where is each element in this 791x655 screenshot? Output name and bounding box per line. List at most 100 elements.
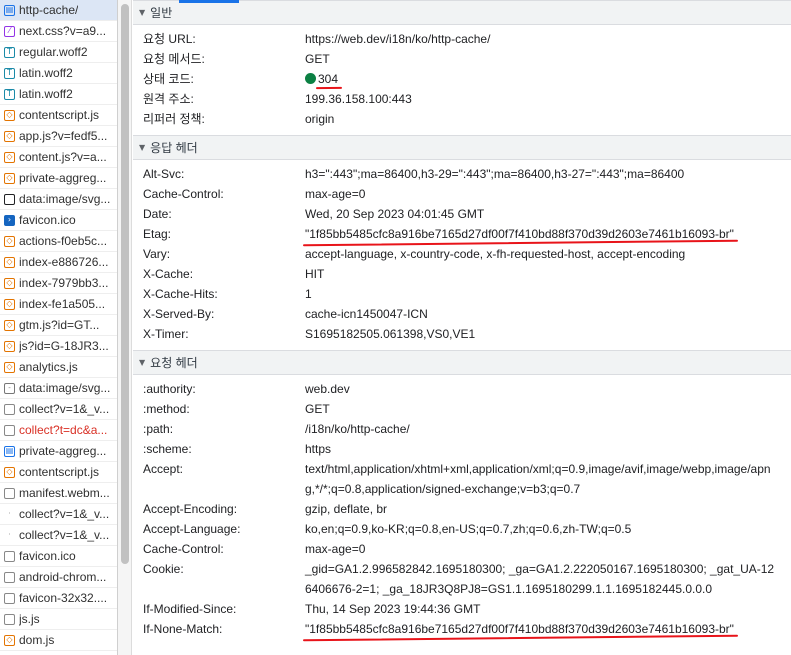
header-value: 199.36.158.100:443 [305,92,412,106]
request-name: index-e886726... [19,255,109,269]
header-row: :path: /i18n/ko/http-cache/ [133,419,791,439]
request-item[interactable]: favicon.ico [0,546,117,567]
request-item[interactable]: ▤ private-aggreg... [0,441,117,462]
section-toggle[interactable]: ▼ 일반 [133,0,791,25]
status-ok-icon [305,73,316,84]
header-key: Accept-Language: [143,522,241,536]
request-name: favicon-32x32.... [19,591,108,605]
request-item[interactable]: js.js [0,609,117,630]
header-section: ▼ 일반요청 URL: https://web.dev/i18n/ko/http-c… [133,0,791,135]
request-item[interactable]: Tlatin.woff2 [0,63,117,84]
header-row: Accept-Language: ko,en;q=0.9,ko-KR;q=0.8,… [133,519,791,539]
request-item[interactable]: manifest.webm... [0,483,117,504]
request-name: collect?v=1&_v... [19,402,110,416]
header-row: Accept-Encoding: gzip, deflate, br [133,499,791,519]
request-name: collect?t=dc&a... [19,423,108,437]
request-item[interactable]: ◇ index-fe1a505... [0,294,117,315]
header-value-cell: GET [305,49,791,69]
dot-icon: · [8,509,11,518]
request-item[interactable]: ◇ app.js?v=fedf5... [0,126,117,147]
script-icon: ◇ [4,130,15,142]
request-item[interactable]: favicon-32x32.... [0,588,117,609]
header-row: Cache-Control: max-age=0 [133,539,791,559]
request-item[interactable]: Tlatin.woff2 [0,84,117,105]
request-item[interactable]: › favicon.ico [0,210,117,231]
header-row: X-Cache-Hits: 1 [133,284,791,304]
generic-request-icon [4,613,15,625]
request-item[interactable]: Tregular.woff2 [0,42,117,63]
header-value-cell: Thu, 14 Sep 2023 19:44:36 GMT [305,599,791,619]
header-value-cell: max-age=0 [305,539,791,559]
header-key: Accept: [143,462,184,476]
header-rows: Alt-Svc: h3=":443";ma=86400,h3-29=":443";… [133,160,791,350]
header-value-cell: Wed, 20 Sep 2023 04:01:45 GMT [305,204,791,224]
request-name: index-fe1a505... [19,297,106,311]
header-row: 원격 주소: 199.36.158.100:443 [133,89,791,109]
request-item[interactable]: ◇ js?id=G-18JR3... [0,336,117,357]
header-value-cell: 304 [305,69,791,89]
header-row: 요청 URL: https://web.dev/i18n/ko/http-cach… [133,29,791,49]
request-item[interactable]: ◇ index-7979bb3... [0,273,117,294]
request-item[interactable]: · collect?v=1&_v... [0,525,117,546]
request-item[interactable]: data:image/svg... [0,189,117,210]
header-section: ▼ 응답 헤더 Alt-Svc: h3=":443";ma=86400,h3-29="… [133,135,791,350]
request-item[interactable]: ◇ gtm.js?id=GT... [0,315,117,336]
request-name: collect?v=1&_v... [19,528,110,542]
header-value: https [305,442,332,456]
scrollbar-thumb[interactable] [121,4,129,564]
header-key: :path: [143,422,174,436]
triangle-down-icon: ▼ [139,143,146,152]
request-name: gtm.js?id=GT... [19,318,100,332]
header-key: Date: [143,207,172,221]
request-list-scrollbar[interactable] [118,0,132,655]
request-item[interactable]: · collect?v=1&_v... [0,504,117,525]
header-value: accept-language, x-country-code, x-fh-re… [305,247,686,261]
request-item[interactable]: ◇ content.js?v=a... [0,147,117,168]
request-item[interactable]: ◇ index-e886726... [0,252,117,273]
header-value-cell: S1695182505.061398,VS0,VE1 [305,324,791,344]
generic-request-icon [4,403,15,415]
request-item[interactable]: ◇ actions-f0eb5c... [0,231,117,252]
request-item[interactable]: ◇ dom.js [0,630,117,651]
header-value: ko,en;q=0.9,ko-KR;q=0.8,en-US;q=0.7,zh;q… [305,522,632,536]
header-row: :scheme: https [133,439,791,459]
header-row: Accept: text/html,application/xhtml+xml,a… [133,459,791,499]
request-item[interactable]: ⁄ next.css?v=a9... [0,21,117,42]
request-item[interactable]: collect?v=1&_v... [0,399,117,420]
request-item[interactable]: ◇ private-aggreg... [0,168,117,189]
image-icon: - [4,382,15,394]
section-toggle[interactable]: ▼ 요청 헤더 [133,350,791,375]
header-value: "1f85bb5485cfc8a916be7165d27df00f7f410bd… [305,227,734,241]
request-name: js?id=G-18JR3... [19,339,109,353]
section-toggle[interactable]: ▼ 응답 헤더 [133,135,791,160]
request-item[interactable]: ◇ analytics.js [0,357,117,378]
header-key: 상태 코드: [143,72,194,86]
generic-request-icon [4,592,15,604]
header-key: 요청 메서드: [143,52,205,66]
header-value-cell: gzip, deflate, br [305,499,791,519]
request-item[interactable]: ◇ contentscript.js [0,105,117,126]
request-item[interactable]: ▤ http-cache/ [0,0,117,21]
script-icon: ◇ [4,151,15,163]
header-value-cell: max-age=0 [305,184,791,204]
request-item[interactable]: collect?t=dc&a... [0,420,117,441]
header-row: 상태 코드: 304 [133,69,791,89]
request-item[interactable]: ◇ contentscript.js [0,462,117,483]
document-icon: ▤ [4,4,15,16]
header-value: 304 [318,72,339,86]
header-key: Vary: [143,247,171,261]
header-row: Alt-Svc: h3=":443";ma=86400,h3-29=":443";… [133,164,791,184]
request-item[interactable]: - data:image/svg... [0,378,117,399]
request-name: favicon.ico [19,549,76,563]
generic-request-icon [4,424,15,436]
request-item[interactable]: android-chrom... [0,567,117,588]
header-row: :authority: web.dev [133,379,791,399]
script-icon: ◇ [4,319,15,331]
section-title: 응답 헤더 [150,141,198,155]
header-row: 요청 메서드: GET [133,49,791,69]
font-icon: T [4,88,15,100]
header-value: _gid=GA1.2.996582842.1695180300; _ga=GA1… [305,562,775,596]
header-value-cell: cache-icn1450047-ICN [305,304,791,324]
header-value: Wed, 20 Sep 2023 04:01:45 GMT [305,207,485,221]
header-value: 1 [305,287,312,301]
